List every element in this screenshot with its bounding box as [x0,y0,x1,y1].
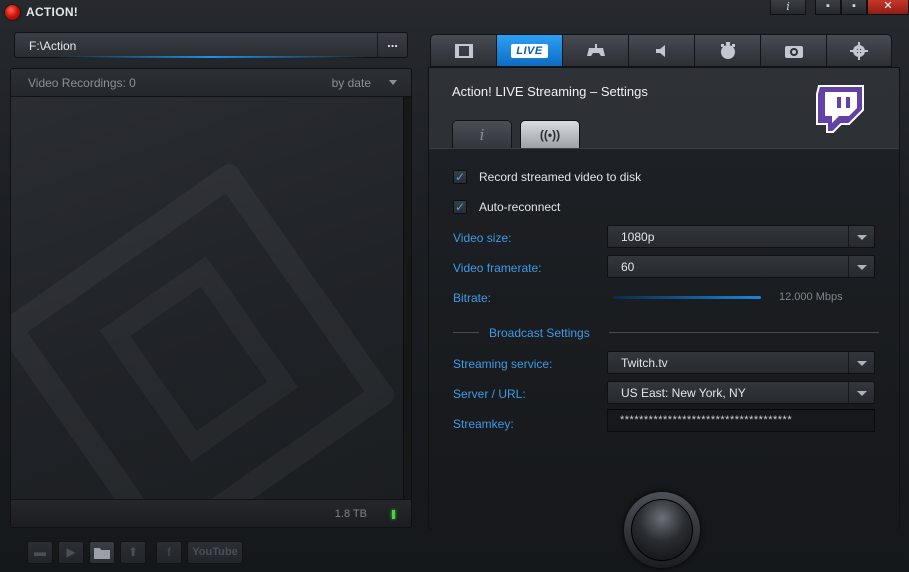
record-button-icon [631,499,693,561]
chevron-down-icon[interactable] [389,80,397,85]
recordings-count: Video Recordings: 0 [28,76,136,90]
streaming-service-value: Twitch.tv [621,356,668,370]
streamkey-input[interactable]: ************************************ [607,409,875,432]
broadcast-icon: ((•)) [539,127,561,142]
tab-screenshot[interactable] [760,34,826,67]
main-tab-bar: LIVE [430,34,892,67]
broadcast-settings-heading: Broadcast Settings [489,326,590,340]
auto-reconnect-label: Auto-reconnect [479,200,561,214]
stop-icon: ▬ [34,545,46,559]
youtube-icon: YouTube [192,546,238,558]
title-bar: ACTION! i ▪ ▪ ✕ [0,0,909,24]
chevron-down-icon[interactable] [848,352,874,373]
tab-live-label: LIVE [511,43,548,58]
streamkey-label: Streamkey: [453,417,514,431]
record-to-disk-row: ✓ Record streamed video to disk [453,170,641,184]
play-icon: ▶ [66,545,76,559]
recordings-panel: Video Recordings: 0 by date 1.8 TB [10,68,412,528]
tab-timer[interactable] [694,34,760,67]
maximize-button[interactable]: ▪ [841,0,867,15]
chevron-down-icon[interactable] [848,382,874,403]
tab-live[interactable]: LIVE [496,34,562,67]
facebook-icon: f [167,545,171,559]
film-icon [454,43,473,58]
video-framerate-label: Video framerate: [453,261,542,275]
stop-button[interactable]: ▬ [27,541,53,564]
folder-icon [94,548,110,559]
upload-icon: ⬆ [127,545,139,559]
tab-audio[interactable] [628,34,694,67]
about-button[interactable]: i [770,0,806,15]
record-to-disk-checkbox[interactable]: ✓ [453,170,467,184]
twitch-logo-icon [816,85,864,133]
video-framerate-value: 60 [621,260,635,274]
video-size-value: 1080p [621,230,655,244]
bitrate-slider[interactable] [613,296,761,299]
bitrate-label: Bitrate: [453,291,492,305]
streaming-service-dropdown[interactable]: Twitch.tv [607,351,875,374]
camera-icon [784,45,803,58]
film-strip-watermark-icon [11,160,398,527]
free-disk-space: 1.8 TB [334,508,367,520]
minimize-button[interactable]: ▪ [815,0,841,15]
video-size-dropdown[interactable]: 1080p [607,225,875,248]
stopwatch-icon [720,41,735,59]
close-button[interactable]: ✕ [867,0,909,15]
controller-icon [586,43,605,56]
youtube-button[interactable]: YouTube [187,541,243,564]
section-divider-left [453,332,479,333]
app-title: ACTION! [26,5,79,19]
subtab-broadcast[interactable]: ((•)) [520,120,580,148]
settings-title: Action! LIVE Streaming – Settings [452,84,648,99]
info-icon: i [479,125,485,144]
disk-status-led-icon [392,510,395,519]
auto-reconnect-row: ✓ Auto-reconnect [453,200,560,214]
subtab-info[interactable]: i [452,120,512,148]
record-to-disk-label: Record streamed video to disk [479,170,642,184]
open-folder-button[interactable] [89,541,115,564]
browse-folder-button[interactable]: ... [377,33,407,57]
tab-video[interactable] [430,34,496,67]
chevron-down-icon[interactable] [848,256,874,277]
video-framerate-dropdown[interactable]: 60 [607,255,875,278]
recordings-header: Video Recordings: 0 by date [11,69,411,97]
recordings-folder-bar: F:\Action ... [14,32,408,58]
sort-dropdown[interactable]: by date [332,76,371,90]
tab-game[interactable] [562,34,628,67]
tab-settings[interactable] [826,34,892,67]
section-divider-right [609,332,879,333]
start-stream-button[interactable] [624,492,700,568]
server-url-label: Server / URL: [453,387,526,401]
bitrate-value: 12.000 Mbps [779,291,843,303]
recordings-list[interactable] [11,97,405,527]
recordings-folder-path: F:\Action [29,39,77,53]
server-url-dropdown[interactable]: US East: New York, NY [607,381,875,404]
chevron-down-icon[interactable] [848,226,874,247]
facebook-button[interactable]: f [156,541,182,564]
streaming-service-label: Streaming service: [453,357,553,371]
settings-body: ✓ Record streamed video to disk ✓ Auto-r… [429,148,899,530]
recordings-scrollbar[interactable] [403,97,411,501]
upload-button[interactable]: ⬆ [120,541,146,564]
video-size-label: Video size: [453,231,512,245]
play-button[interactable]: ▶ [58,541,84,564]
speaker-icon [655,44,665,57]
live-settings-panel: Action! LIVE Streaming – Settings i ((•)… [428,67,900,530]
auto-reconnect-checkbox[interactable]: ✓ [453,200,467,214]
action-app-window: ACTION! i ▪ ▪ ✕ F:\Action ... Video Reco… [0,0,909,572]
film-frame-watermark [99,256,298,462]
gear-icon [850,41,868,60]
recordings-footer: 1.8 TB [11,499,411,527]
action-logo-icon [5,5,20,20]
path-bar-glow [55,56,367,58]
server-url-value: US East: New York, NY [621,386,746,400]
